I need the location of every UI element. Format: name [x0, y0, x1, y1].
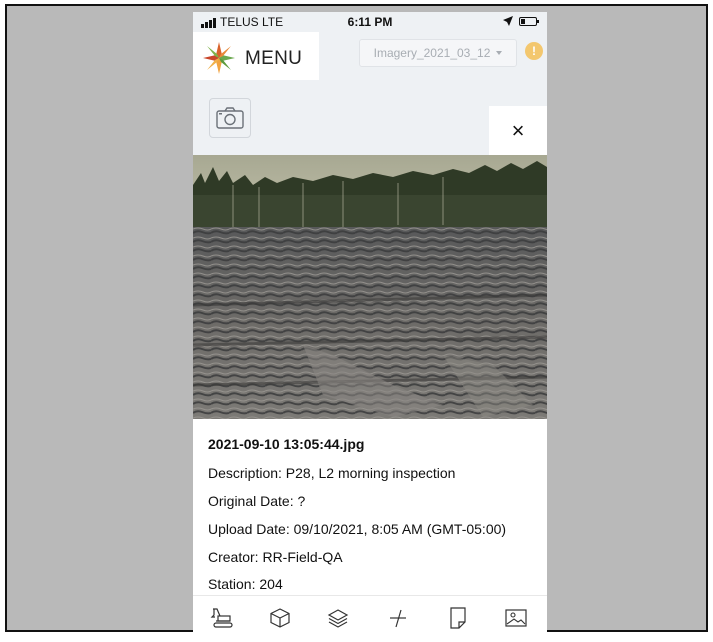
status-bar: TELUS LTE 6:11 PM	[193, 12, 547, 32]
camera-button[interactable]	[209, 98, 251, 138]
note-icon[interactable]	[446, 606, 470, 630]
excavator-icon[interactable]	[210, 606, 234, 630]
photo-details: 2021-09-10 13:05:44.jpg Description: P28…	[193, 419, 547, 595]
location-arrow-icon	[503, 16, 513, 26]
caret-down-icon	[496, 51, 503, 55]
photo-filename: 2021-09-10 13:05:44.jpg	[208, 436, 365, 452]
photo-original-date: Original Date: ?	[208, 493, 306, 509]
screenshot-frame: TELUS LTE 6:11 PM MENU Imagery_2021_03_1…	[5, 4, 708, 642]
measure-icon[interactable]	[386, 606, 410, 630]
close-button[interactable]: ×	[489, 106, 547, 156]
image-icon[interactable]	[504, 606, 528, 630]
phone-screen: TELUS LTE 6:11 PM MENU Imagery_2021_03_1…	[193, 12, 547, 642]
clock: 6:11 PM	[347, 15, 393, 29]
imagery-dropdown[interactable]: Imagery_2021_03_12	[359, 39, 517, 67]
bottom-toolbar	[193, 595, 547, 642]
site-photo	[193, 155, 547, 419]
menu-button[interactable]: MENU	[193, 32, 319, 80]
photo-creator: Creator: RR-Field-QA	[208, 549, 343, 565]
camera-icon	[216, 107, 244, 129]
cube-icon[interactable]	[268, 606, 292, 630]
layers-icon[interactable]	[326, 606, 350, 630]
battery-icon	[519, 17, 539, 26]
logo-icon	[203, 42, 235, 74]
photo-upload-date: Upload Date: 09/10/2021, 8:05 AM (GMT-05…	[208, 521, 507, 537]
photo-station: Station: 204	[208, 576, 283, 592]
alert-badge[interactable]: !	[525, 42, 543, 60]
close-icon: ×	[511, 118, 525, 143]
menu-label: MENU	[245, 48, 303, 69]
photo-description: Description: P28, L2 morning inspection	[208, 465, 456, 481]
imagery-dropdown-value: Imagery_2021_03_12	[373, 46, 491, 60]
